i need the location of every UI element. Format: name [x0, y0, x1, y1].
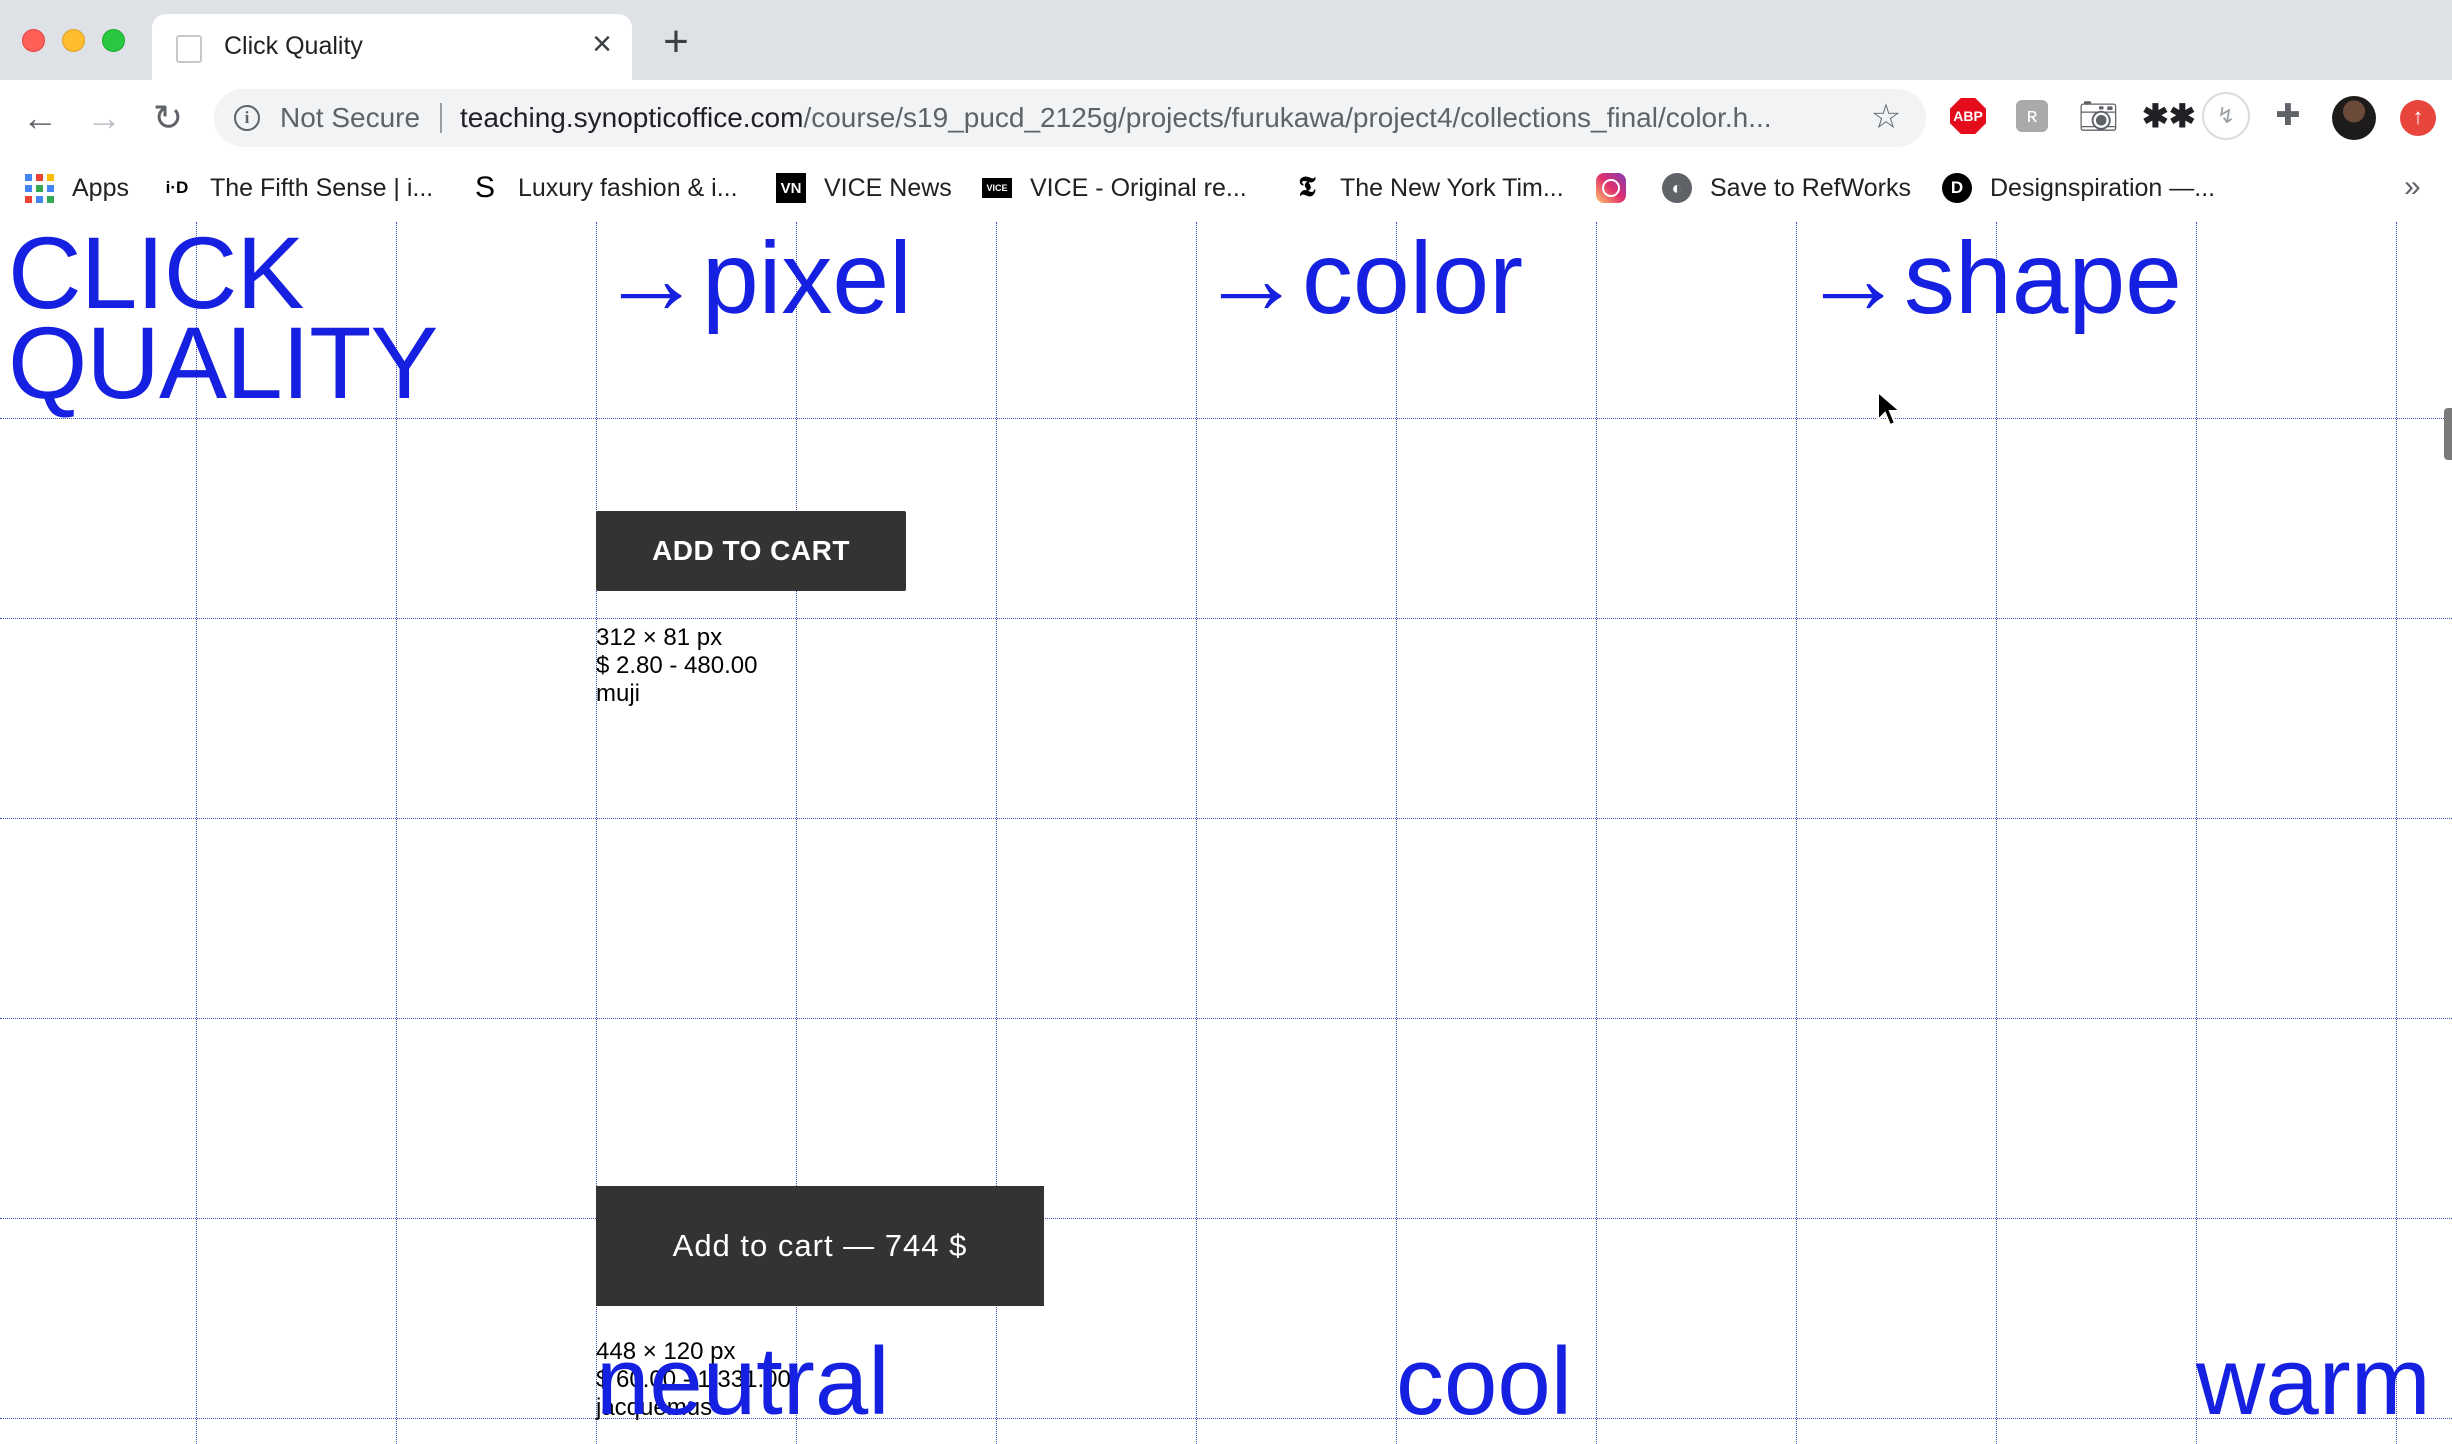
close-window-button[interactable] — [22, 29, 45, 52]
bookmark-label: VICE News — [824, 173, 952, 202]
url-path: /course/s19_pucd_2125g/projects/furukawa… — [803, 102, 1772, 133]
bookmark-refworks[interactable]: ◐ Save to RefWorks — [1662, 170, 1911, 206]
minimize-window-button[interactable] — [62, 29, 85, 52]
extension-grey-icon[interactable]: ʀ — [2016, 100, 2048, 132]
info-icon[interactable]: i — [234, 105, 260, 131]
category-heading-cool[interactable]: cool — [1396, 1332, 1572, 1432]
title-line-1: CLICK — [8, 222, 304, 330]
item-price: $ 2.80 - 480.00 — [596, 652, 758, 679]
i-d-icon: i·D — [165, 178, 189, 197]
bookmark-label: Designspiration —... — [1990, 173, 2216, 202]
apps-grid-icon — [24, 173, 54, 203]
bookmark-label: Luxury fashion & i... — [518, 173, 738, 202]
browser-toolbar: ← → ↻ i Not Secure teaching.synopticoffi… — [0, 80, 2452, 156]
category-heading-warm[interactable]: warm — [2196, 1332, 2431, 1432]
item-size: 312 × 81 px — [596, 624, 723, 651]
item-brand: muji — [596, 680, 641, 707]
profile-avatar[interactable] — [2332, 96, 2376, 140]
bookmark-nyt[interactable]: 𝕿 The New York Tim... — [1292, 170, 1564, 206]
page-viewport: CLICK QUALITY →pixel →color →shape ADD T… — [0, 222, 2452, 1444]
bookmark-fifth-sense[interactable]: i·D The Fifth Sense | i... — [162, 170, 434, 206]
back-arrow-icon[interactable]: ← — [18, 96, 62, 140]
vice-icon: VICE — [982, 178, 1012, 198]
update-icon[interactable]: ↑ — [2400, 100, 2436, 136]
bookmark-star-icon[interactable]: ☆ — [1866, 97, 1906, 137]
bookmark-label: Save to RefWorks — [1710, 173, 1912, 202]
bookmark-label: Apps — [72, 173, 129, 202]
bookmark-luxury-fashion[interactable]: S Luxury fashion & i... — [470, 170, 738, 206]
mouse-cursor-icon — [1877, 390, 1902, 427]
designspiration-icon: D — [1942, 173, 1972, 203]
url-text[interactable]: teaching.synopticoffice.com/course/s19_p… — [460, 102, 1772, 134]
bookmarks-bar: Apps i·D The Fifth Sense | i... S Luxury… — [0, 156, 2452, 223]
nav-link-pixel[interactable]: →pixel — [600, 227, 912, 329]
s-logo-icon: S — [474, 171, 495, 204]
vn-icon: VN — [776, 173, 806, 203]
new-tab-button[interactable]: + — [658, 20, 694, 64]
extension-circle-icon[interactable]: ↯ — [2202, 92, 2250, 140]
bookmark-vice-original[interactable]: VICE VICE - Original re... — [982, 170, 1247, 206]
maximize-window-button[interactable] — [102, 29, 125, 52]
bookmark-vice-news[interactable]: VN VICE News — [776, 170, 952, 206]
reload-icon[interactable]: ↻ — [146, 96, 190, 140]
bookmark-designspiration[interactable]: D Designspiration —... — [1942, 170, 2215, 206]
instagram-icon — [1596, 173, 1626, 203]
page-favicon-icon — [176, 35, 202, 63]
camera-icon[interactable]: 📷︎ — [2078, 96, 2119, 136]
tab-close-icon[interactable]: × — [584, 26, 620, 62]
address-bar[interactable]: i Not Secure teaching.synopticoffice.com… — [214, 89, 1926, 147]
bookmark-label: The Fifth Sense | i... — [210, 173, 434, 202]
category-heading-neutral[interactable]: neutral — [596, 1332, 890, 1432]
nyt-icon: 𝕿 — [1298, 172, 1316, 203]
nav-link-shape[interactable]: →shape — [1802, 227, 2182, 329]
nav-link-color[interactable]: →color — [1200, 227, 1523, 329]
tab-title: Click Quality — [224, 32, 363, 60]
url-host: teaching.synopticoffice.com — [460, 102, 804, 133]
bookmark-label: VICE - Original re... — [1030, 173, 1247, 202]
add-to-cart-button-muji[interactable]: ADD TO CART — [596, 511, 906, 591]
forward-arrow-icon[interactable]: → — [82, 96, 126, 140]
omnibox-divider — [440, 103, 442, 133]
bookmark-instagram[interactable] — [1596, 170, 1644, 206]
page-title: CLICK QUALITY — [8, 222, 438, 420]
title-line-2: QUALITY — [8, 306, 438, 420]
scrollbar-thumb[interactable] — [2444, 408, 2452, 460]
globe-icon: ◐ — [1662, 173, 1692, 203]
tab-click-quality[interactable]: Click Quality × — [152, 14, 632, 80]
tab-strip: Click Quality × + — [0, 0, 2452, 80]
security-status[interactable]: Not Secure — [280, 102, 420, 134]
bookmark-label: The New York Tim... — [1340, 173, 1564, 202]
add-to-cart-button-jacquemus[interactable]: Add to cart — 744 $ — [596, 1186, 1044, 1306]
extensions-puzzle-icon[interactable]: ✚ — [2268, 96, 2308, 136]
bookmark-apps[interactable]: Apps — [24, 170, 129, 206]
adblock-plus-icon[interactable]: ABP — [1950, 98, 1986, 134]
bookmarks-overflow-icon[interactable]: » — [2404, 170, 2421, 204]
asterisk-extension-icon[interactable]: ✱✱ — [2142, 96, 2196, 136]
